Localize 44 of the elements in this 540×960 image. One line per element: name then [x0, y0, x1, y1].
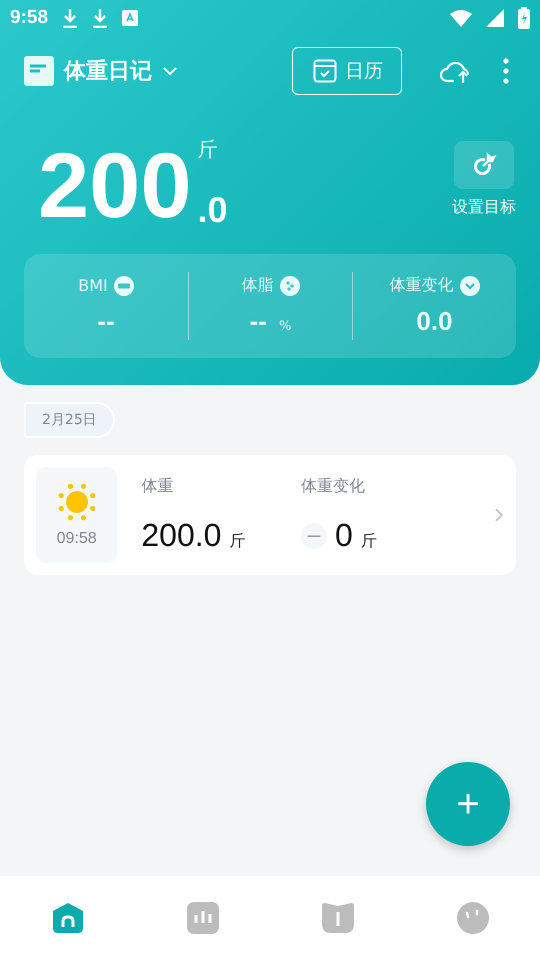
chevron-right-icon — [494, 507, 504, 523]
notebook-icon — [24, 56, 54, 86]
unit-label: 斤 — [229, 531, 246, 552]
change-value: 0 — [335, 517, 353, 554]
change-label: 体重变化 — [301, 476, 366, 497]
download-icon — [92, 8, 108, 28]
weight-label: 体重 — [141, 476, 174, 497]
stat-label: 体脂 — [242, 275, 274, 296]
chevron-down-icon[interactable] — [162, 66, 178, 76]
bmi-icon — [114, 276, 134, 296]
calendar-button[interactable]: 日历 — [292, 47, 402, 95]
chart-tab-icon[interactable] — [186, 901, 220, 935]
sign-label: — — [301, 522, 327, 548]
battery-icon — [518, 7, 530, 29]
wifi-icon — [450, 9, 472, 27]
sun-icon — [56, 482, 97, 522]
badge-tab-icon[interactable] — [320, 902, 354, 934]
stat-value: -- — [250, 306, 267, 337]
stat-value: -- — [97, 306, 115, 336]
record-card[interactable]: 09:58 体重 200.0 斤 体重变化 — 0 斤 — [24, 455, 516, 575]
target-icon — [471, 152, 497, 178]
stat-value: 0.0 — [416, 306, 453, 337]
home-tab-icon[interactable] — [50, 902, 84, 934]
dots-icon — [280, 276, 300, 296]
status-time: 9:58 — [10, 7, 48, 29]
date-chip: 2月25日 — [24, 402, 115, 438]
weight-unit: 斤 — [198, 136, 218, 163]
unit-label: 斤 — [360, 531, 377, 552]
add-button[interactable]: + — [426, 762, 510, 846]
keyboard-icon — [122, 10, 138, 26]
record-time: 09:58 — [56, 530, 97, 548]
calendar-icon — [313, 59, 337, 83]
current-weight: 200 — [38, 140, 192, 232]
weight-value: 200.0 — [141, 517, 222, 554]
stat-unit: % — [278, 319, 292, 334]
face-tab-icon[interactable] — [456, 901, 490, 935]
download-icon — [62, 8, 78, 28]
signal-icon — [486, 9, 504, 27]
stat-label: 体重变化 — [390, 275, 454, 296]
stat-label: BMI — [78, 276, 108, 295]
app-title[interactable]: 体重日记 — [64, 56, 152, 86]
weight-decimal: .0 — [198, 192, 228, 228]
more-icon[interactable] — [502, 58, 510, 84]
dropdown-icon[interactable] — [460, 276, 480, 296]
